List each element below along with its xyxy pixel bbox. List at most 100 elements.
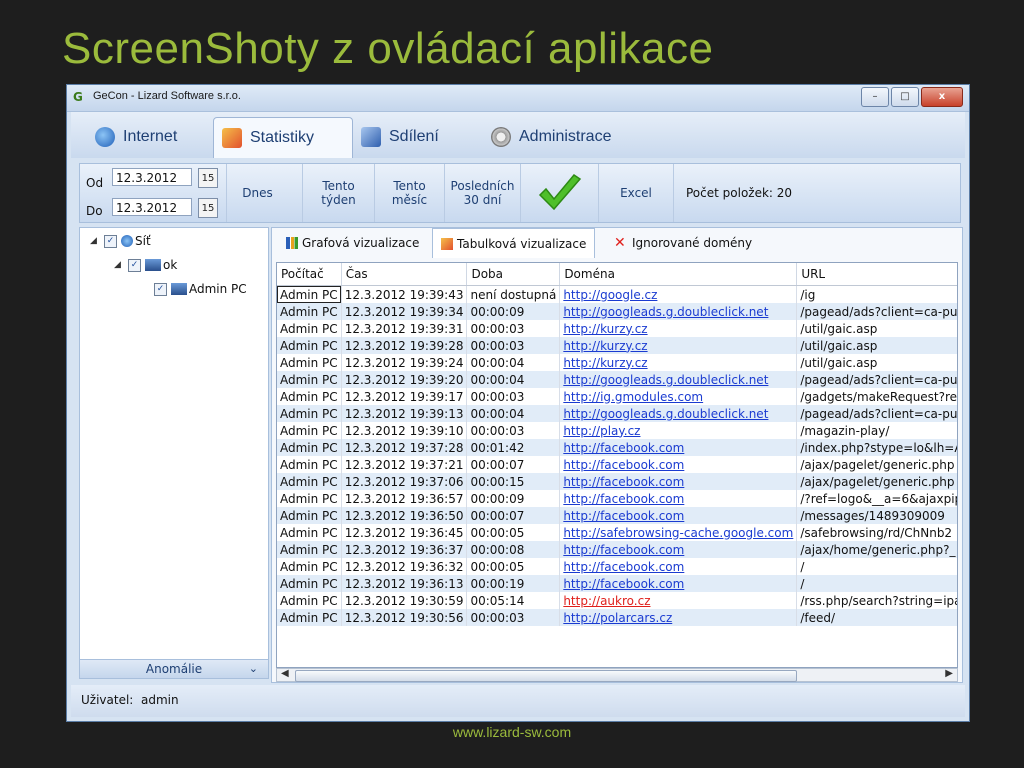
window-titlebar[interactable]: G GeCon - Lizard Software s.r.o. – □ x <box>67 85 969 112</box>
minimize-button[interactable]: – <box>861 87 889 107</box>
checkbox-checked[interactable]: ✓ <box>104 234 117 248</box>
table-row[interactable]: Admin PC 12.3.2012 19:36:32 00:00:05 http:/… <box>277 558 957 575</box>
table-row[interactable]: Admin PC 12.3.2012 19:36:50 00:00:07 http:/… <box>277 507 957 524</box>
cell-computer: Admin PC <box>277 609 342 626</box>
slide-title: ScreenShoty z ovládací aplikace <box>62 24 714 73</box>
tree-node-root[interactable]: ◢ ✓ Síť <box>90 234 151 248</box>
maximize-button[interactable]: □ <box>891 87 919 107</box>
tree-node-group[interactable]: ◢ ✓ ok <box>114 258 177 272</box>
table-row[interactable]: Admin PC 12.3.2012 19:39:34 00:00:09 http:/… <box>277 303 957 320</box>
expand-icon[interactable]: ◢ <box>114 260 128 270</box>
cell-domain[interactable]: http://safebrowsing-cache.google.com <box>559 524 798 541</box>
cell-domain[interactable]: http://facebook.com <box>559 558 798 575</box>
excel-button[interactable]: Excel <box>598 164 674 222</box>
cell-domain[interactable]: http://facebook.com <box>559 456 798 473</box>
cell-domain[interactable]: http://facebook.com <box>559 473 798 490</box>
cell-domain[interactable]: http://facebook.com <box>559 575 798 592</box>
table-row[interactable]: Admin PC 12.3.2012 19:39:10 00:00:03 http:/… <box>277 422 957 439</box>
scroll-left-icon[interactable]: ◀ <box>281 668 289 679</box>
cell-domain[interactable]: http://facebook.com <box>559 541 798 558</box>
table-row[interactable]: Admin PC 12.3.2012 19:30:59 00:05:14 http:/… <box>277 592 957 609</box>
column-header[interactable]: Čas <box>341 263 468 286</box>
cell-domain[interactable]: http://googleads.g.doubleclick.net <box>559 371 798 388</box>
cell-time: 12.3.2012 19:36:37 <box>341 541 468 558</box>
table-row[interactable]: Admin PC 12.3.2012 19:37:28 00:01:42 http:/… <box>277 439 957 456</box>
column-header[interactable]: Počítač <box>277 263 342 286</box>
column-header[interactable]: Doména <box>559 263 798 286</box>
table-row[interactable]: Admin PC 12.3.2012 19:39:28 00:00:03 http:/… <box>277 337 957 354</box>
tab-ignored-domains[interactable]: ✕ Ignorované domény <box>606 228 760 258</box>
cell-domain[interactable]: http://play.cz <box>559 422 798 439</box>
today-button[interactable]: Dnes <box>226 164 288 222</box>
apply-button[interactable] <box>520 164 598 222</box>
tree-label-leaf: Admin PC <box>189 282 247 296</box>
footer-url: www.lizard-sw.com <box>452 724 572 740</box>
column-header[interactable]: Doba <box>466 263 561 286</box>
network-icon <box>121 235 133 247</box>
tab-internet[interactable]: Internet <box>87 117 215 157</box>
date-toolbar: Od 12.3.2012 15 Do 12.3.2012 15 Dnes Ten… <box>79 163 961 223</box>
scrollbar-thumb[interactable] <box>295 670 797 682</box>
cell-domain[interactable]: http://polarcars.cz <box>559 609 798 626</box>
table-row[interactable]: Admin PC 12.3.2012 19:37:06 00:00:15 http:/… <box>277 473 957 490</box>
cell-computer: Admin PC <box>277 422 342 439</box>
table-row[interactable]: Admin PC 12.3.2012 19:39:13 00:00:04 http:/… <box>277 405 957 422</box>
table-row[interactable]: Admin PC 12.3.2012 19:37:21 00:00:07 http:/… <box>277 456 957 473</box>
cell-domain[interactable]: http://ig.gmodules.com <box>559 388 798 405</box>
table-row[interactable]: Admin PC 12.3.2012 19:30:56 00:00:03 http:/… <box>277 609 957 626</box>
last-30-days-button[interactable]: Posledních 30 dní <box>444 164 520 222</box>
checkbox-checked[interactable]: ✓ <box>154 282 167 296</box>
to-date-input[interactable]: 12.3.2012 <box>112 198 192 216</box>
cell-computer: Admin PC <box>277 388 342 405</box>
cell-domain[interactable]: http://facebook.com <box>559 439 798 456</box>
scroll-right-icon[interactable]: ▶ <box>945 668 953 679</box>
tab-graph-view[interactable]: Grafová vizualizace <box>278 228 427 258</box>
table-row[interactable]: Admin PC 12.3.2012 19:39:17 00:00:03 http:/… <box>277 388 957 405</box>
bar-chart-icon <box>286 237 298 249</box>
from-calendar-icon[interactable]: 15 <box>198 168 218 188</box>
tab-sdileni[interactable]: Sdílení <box>353 117 481 157</box>
cell-url: /util/gaic.asp <box>796 337 957 354</box>
cell-duration: 00:00:05 <box>466 558 561 575</box>
cell-time: 12.3.2012 19:39:24 <box>341 354 468 371</box>
table-row[interactable]: Admin PC 12.3.2012 19:39:43 není dostupná h… <box>277 285 957 303</box>
cell-domain[interactable]: http://facebook.com <box>559 507 798 524</box>
table-row[interactable]: Admin PC 12.3.2012 19:36:37 00:00:08 http:/… <box>277 541 957 558</box>
this-week-button[interactable]: Tento týden <box>302 164 374 222</box>
cell-domain[interactable]: http://kurzy.cz <box>559 337 798 354</box>
close-button[interactable]: x <box>921 87 963 107</box>
cell-domain[interactable]: http://googleads.g.doubleclick.net <box>559 303 798 320</box>
horizontal-scrollbar[interactable]: ◀ ▶ <box>276 668 958 682</box>
table-row[interactable]: Admin PC 12.3.2012 19:39:31 00:00:03 http:/… <box>277 320 957 337</box>
tab-administrace[interactable]: Administrace <box>483 117 651 157</box>
cell-domain[interactable]: http://aukro.cz <box>559 592 798 609</box>
column-header[interactable]: URL <box>796 263 957 286</box>
cell-domain[interactable]: http://facebook.com <box>559 490 798 507</box>
table-header-row: PočítačČasDobaDoménaURLO <box>277 263 957 286</box>
cell-url: /safebrowsing/rd/ChNnb2 <box>796 524 957 541</box>
chevron-down-icon[interactable]: ⌄ <box>249 660 258 678</box>
tree-node-leaf[interactable]: ✓ Admin PC <box>154 282 247 296</box>
user-value: admin <box>141 693 179 707</box>
table-row[interactable]: Admin PC 12.3.2012 19:39:24 00:00:04 http:/… <box>277 354 957 371</box>
to-calendar-icon[interactable]: 15 <box>198 198 218 218</box>
cell-time: 12.3.2012 19:39:31 <box>341 320 468 337</box>
table-row[interactable]: Admin PC 12.3.2012 19:36:57 00:00:09 http:/… <box>277 490 957 507</box>
from-date-input[interactable]: 12.3.2012 <box>112 168 192 186</box>
this-month-button[interactable]: Tento měsíc <box>374 164 444 222</box>
tab-table-view[interactable]: Tabulková vizualizace <box>432 228 596 258</box>
cell-domain[interactable]: http://googleads.g.doubleclick.net <box>559 405 798 422</box>
table-row[interactable]: Admin PC 12.3.2012 19:36:45 00:00:05 http:/… <box>277 524 957 541</box>
cell-time: 12.3.2012 19:39:43 <box>341 285 468 303</box>
table-row[interactable]: Admin PC 12.3.2012 19:36:13 00:00:19 http:/… <box>277 575 957 592</box>
anomalie-panel-header[interactable]: Anomálie ⌄ <box>79 659 269 679</box>
table-row[interactable]: Admin PC 12.3.2012 19:39:20 00:00:04 http:/… <box>277 371 957 388</box>
app-window: G GeCon - Lizard Software s.r.o. – □ x I… <box>66 84 970 722</box>
cell-domain[interactable]: http://kurzy.cz <box>559 320 798 337</box>
checkbox-checked[interactable]: ✓ <box>128 258 141 272</box>
cell-domain[interactable]: http://kurzy.cz <box>559 354 798 371</box>
tab-statistiky[interactable]: Statistiky <box>213 117 353 158</box>
expand-icon[interactable]: ◢ <box>90 236 104 246</box>
cell-domain[interactable]: http://google.cz <box>559 285 798 303</box>
cell-time: 12.3.2012 19:36:57 <box>341 490 468 507</box>
